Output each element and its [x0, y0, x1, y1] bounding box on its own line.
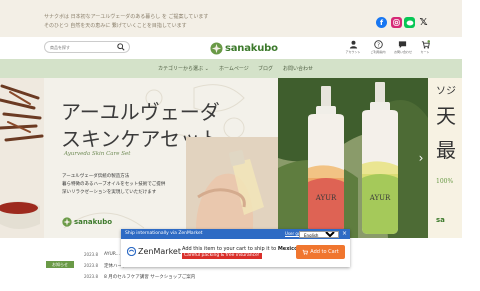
- cart-link[interactable]: カート: [417, 40, 433, 54]
- help-link[interactable]: ? ご利用案内: [370, 40, 386, 54]
- page: サナクボは 日本初なアーユルヴェーダのある暮らし を ご提案しています そのひと…: [0, 0, 462, 291]
- news-title[interactable]: 8 月のセルフケア講習 サークショップご案内: [104, 274, 195, 280]
- next-slide-logo: sa: [436, 216, 445, 224]
- account-link[interactable]: アカウント: [345, 40, 361, 54]
- logo-mark-icon: [210, 41, 223, 55]
- next-slide-text-4: 100%: [436, 178, 454, 185]
- zenmarket-tagline: Careful packing & free insurance!: [182, 253, 262, 259]
- main-nav: カテゴリーから選ぶ ⌄ ホームページ ブログ お問い合わせ: [0, 59, 462, 78]
- zenmarket-message: Add this item to your cart to ship it to…: [182, 246, 298, 252]
- svg-text:?: ?: [377, 42, 380, 48]
- zenmarket-bar-title: Ship internationally via ZenMarket: [125, 231, 203, 236]
- next-slide-text-3: 最: [436, 138, 456, 162]
- account-label: アカウント: [345, 50, 361, 54]
- nav-item-blog[interactable]: ブログ: [258, 65, 273, 72]
- zenmarket-popup: Ship internationally via ZenMarket User …: [121, 229, 350, 267]
- add-to-cart-label: Add to Cart: [310, 249, 339, 255]
- previous-slide-peek[interactable]: [0, 78, 44, 238]
- news-badge: お知らせ: [46, 261, 74, 268]
- contact-link[interactable]: お問い合わせ: [394, 40, 413, 54]
- next-slide-peek[interactable]: ソジ 天 最 100% sa: [428, 78, 462, 238]
- news-title[interactable]: AYUR...: [104, 252, 120, 257]
- close-icon[interactable]: ×: [342, 230, 347, 237]
- facebook-icon[interactable]: f: [376, 17, 387, 28]
- hero-carousel: ‹ アーユルヴェーダ スキンケアセット Ayurveda Skin Care S…: [0, 78, 462, 238]
- search-icon[interactable]: [117, 43, 125, 51]
- nav-item-contact[interactable]: お問い合わせ: [283, 65, 313, 72]
- spice-sticks-image: [0, 78, 44, 238]
- news-date: 2023.8: [84, 263, 98, 268]
- news-date: 2023.8: [84, 252, 98, 257]
- logo-mark-icon: [62, 217, 72, 227]
- hand-with-bottle-photo: [186, 137, 278, 238]
- hero-slide[interactable]: アーユルヴェーダ スキンケアセット Ayurveda Skin Care Set…: [44, 78, 428, 238]
- logo-text: sanakubo: [225, 42, 278, 54]
- nav-item-home[interactable]: ホームページ: [219, 65, 249, 72]
- contact-label: お問い合わせ: [394, 50, 413, 54]
- search-box[interactable]: [44, 41, 130, 53]
- hero-subtitle: Ayurveda Skin Care Set: [64, 151, 131, 157]
- x-icon[interactable]: 𝕏: [418, 17, 429, 28]
- next-slide-text-1: ソジ: [436, 86, 456, 97]
- nav-item-categories[interactable]: カテゴリーから選ぶ ⌄: [158, 65, 209, 72]
- account-icon: [349, 40, 357, 49]
- cart-icon: [302, 249, 309, 255]
- cart-label: カート: [420, 50, 430, 54]
- help-label: ご利用案内: [370, 50, 386, 54]
- zenmarket-logo-icon: [127, 247, 136, 256]
- announcement-line-1: サナクボは 日本初なアーユルヴェーダのある暮らし を ご提案しています: [44, 14, 209, 20]
- zenmarket-message-text: Add this item to your cart to ship it to: [182, 246, 277, 252]
- announcement-bar: サナクボは 日本初なアーユルヴェーダのある暮らし を ご提案しています そのひと…: [0, 0, 462, 37]
- zenmarket-header-bar: Ship internationally via ZenMarket User …: [121, 229, 350, 239]
- hero-logo-text: sanakubo: [74, 218, 113, 226]
- help-icon: ?: [373, 40, 383, 49]
- destination-country: Mexico: [277, 246, 298, 252]
- zenmarket-logo-text: ZenMarket: [138, 247, 181, 256]
- bottle-label-right: AYUR: [369, 194, 391, 202]
- bottle-label-left: AYUR: [315, 194, 337, 202]
- site-header: sanakubo アカウント ? ご利用案内 お問い合わせ カート: [0, 37, 462, 59]
- language-select[interactable]: English: [299, 230, 339, 238]
- hero-title-line-1: アーユルヴェーダ: [61, 100, 220, 124]
- add-to-cart-button[interactable]: Add to Cart: [296, 245, 345, 259]
- announcement-line-2: そのひとつ 自然を天の恵みに 繋げていくことを目指しています: [44, 23, 187, 29]
- skincare-bottles-photo: AYUR AYUR: [278, 78, 428, 238]
- line-icon[interactable]: [404, 17, 415, 28]
- next-slide-text-2: 天: [436, 104, 456, 128]
- cart-icon: [421, 40, 430, 49]
- chat-icon: [398, 41, 406, 49]
- hero-logo: sanakubo: [62, 217, 112, 227]
- carousel-next-arrow[interactable]: ›: [416, 151, 426, 165]
- search-input[interactable]: [50, 43, 116, 52]
- site-logo[interactable]: sanakubo: [210, 40, 278, 56]
- news-date: 2023.8: [84, 274, 98, 279]
- instagram-icon[interactable]: [391, 17, 402, 28]
- zenmarket-logo: ZenMarket: [127, 247, 181, 256]
